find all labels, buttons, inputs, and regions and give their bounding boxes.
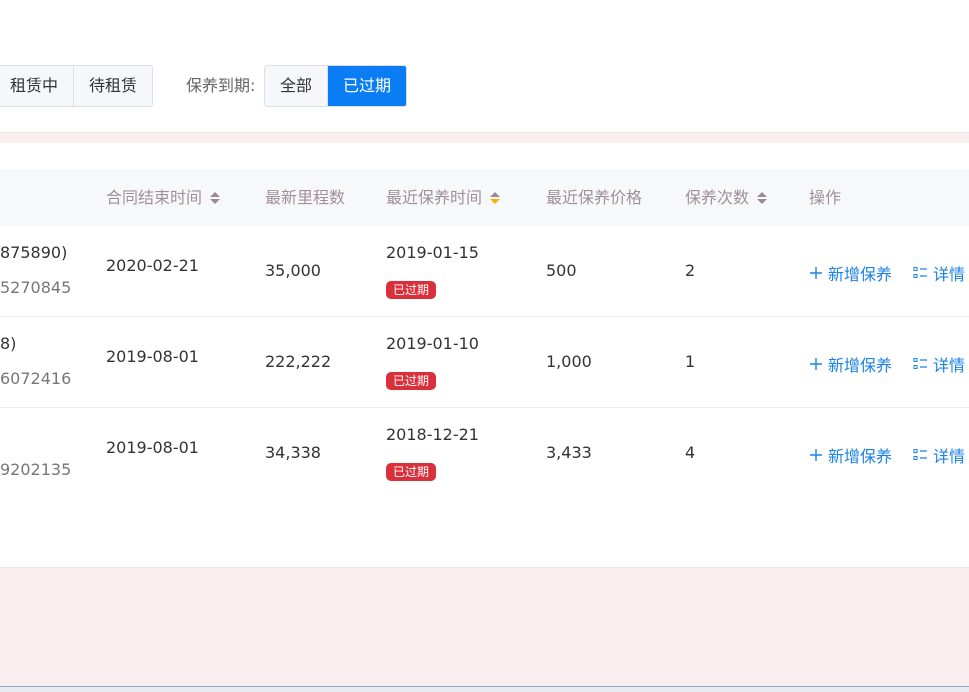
filter-all-button[interactable]: 全部 [265, 66, 329, 106]
column-last-maintenance[interactable]: 最近保养时间 [386, 169, 501, 226]
vehicle-plate: 8) [0, 334, 17, 353]
filter-bar: 租赁中 待租赁 保养到期: 全部 已过期 [0, 0, 969, 133]
contract-end-date: 2019-08-01 [106, 347, 199, 366]
maintenance-count: 1 [685, 352, 696, 371]
sort-icon-active[interactable] [490, 191, 501, 204]
mileage-value: 35,000 [265, 261, 321, 280]
plus-icon [810, 449, 822, 461]
vehicle-id: 5270845 [0, 278, 72, 297]
rent-status-filter: 租赁中 待租赁 [0, 65, 154, 107]
table-row: 9202135 2019-08-01 34,338 2018-12-21 已过期… [0, 408, 969, 499]
maintenance-due-filter: 全部 已过期 [264, 65, 408, 107]
contract-end-date: 2019-08-01 [106, 438, 199, 457]
add-maintenance-button[interactable]: 新增保养 [809, 443, 892, 467]
last-maintenance-date: 2019-01-10 [386, 334, 479, 353]
mileage-value: 222,222 [265, 352, 332, 371]
list-icon [913, 358, 927, 369]
filter-available-button[interactable]: 待租赁 [74, 66, 153, 106]
expired-badge: 已过期 [386, 372, 437, 390]
filter-expired-button[interactable]: 已过期 [328, 66, 407, 106]
add-maintenance-button[interactable]: 新增保养 [809, 261, 892, 285]
plus-icon [810, 267, 822, 279]
column-contract-end[interactable]: 合同结束时间 [106, 169, 221, 226]
column-last-price: 最近保养价格 [546, 188, 643, 207]
expired-badge: 已过期 [386, 463, 437, 481]
last-maintenance-date: 2018-12-21 [386, 425, 479, 444]
maintenance-due-label: 保养到期: [186, 76, 256, 95]
expired-badge: 已过期 [386, 281, 437, 299]
add-maintenance-button[interactable]: 新增保养 [809, 352, 892, 376]
list-icon [913, 267, 927, 278]
filter-renting-button[interactable]: 租赁中 [0, 66, 75, 106]
plus-icon [810, 358, 822, 370]
column-maintenance-count[interactable]: 保养次数 [685, 169, 768, 226]
vehicle-id: 6072416 [0, 369, 72, 388]
maintenance-price: 1,000 [546, 352, 592, 371]
vehicle-plate: 875890) [0, 243, 68, 262]
maintenance-count: 4 [685, 443, 696, 462]
column-actions: 操作 [809, 188, 842, 207]
window-bottom-edge [0, 686, 969, 692]
last-maintenance-date: 2019-01-15 [386, 243, 479, 262]
table-row: 8) 6072416 2019-08-01 222,222 2019-01-10… [0, 317, 969, 408]
column-mileage: 最新里程数 [265, 188, 346, 207]
sort-icon[interactable] [757, 191, 768, 204]
detail-button[interactable]: 详情 [913, 261, 965, 285]
list-icon [913, 449, 927, 460]
sort-icon[interactable] [210, 191, 221, 204]
vehicle-table: 合同结束时间 最新里程数 最近保养时间 最近保养价格 保养次数 操作 87589… [0, 143, 969, 568]
vehicle-id: 9202135 [0, 460, 72, 479]
contract-end-date: 2020-02-21 [106, 256, 199, 275]
detail-button[interactable]: 详情 [913, 443, 965, 467]
maintenance-price: 3,433 [546, 443, 592, 462]
table-header: 合同结束时间 最新里程数 最近保养时间 最近保养价格 保养次数 操作 [0, 169, 969, 226]
maintenance-count: 2 [685, 261, 696, 280]
detail-button[interactable]: 详情 [913, 352, 965, 376]
table-row: 875890) 5270845 2020-02-21 35,000 2019-0… [0, 226, 969, 317]
mileage-value: 34,338 [265, 443, 321, 462]
maintenance-price: 500 [546, 261, 577, 280]
